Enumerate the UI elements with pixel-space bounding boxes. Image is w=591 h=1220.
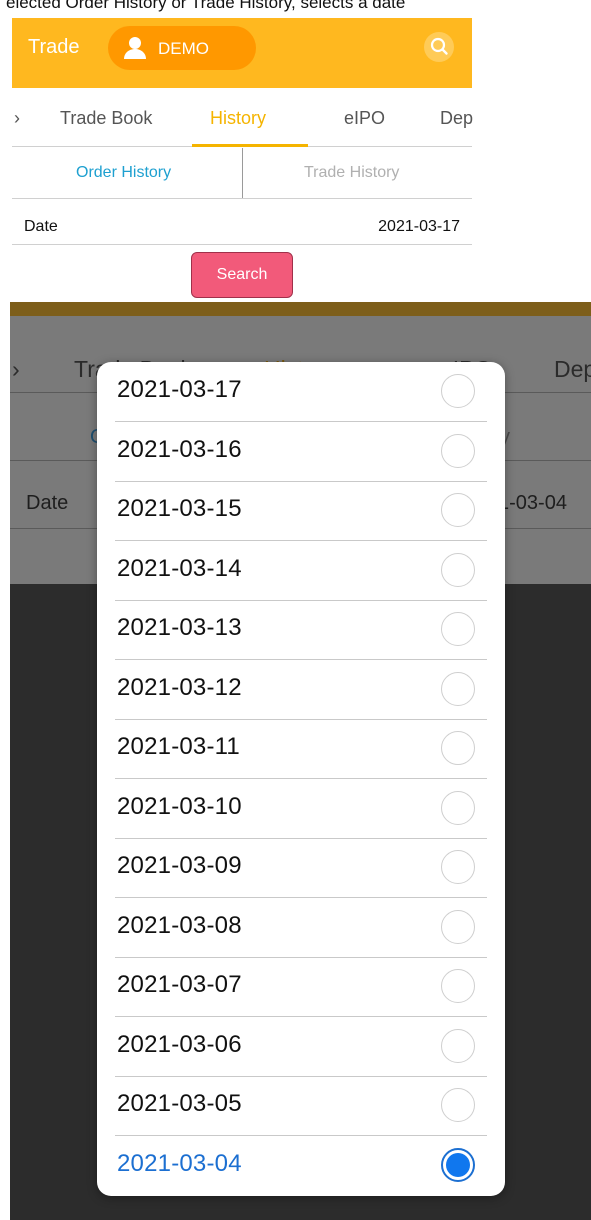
radio-icon[interactable] [441, 909, 475, 944]
date-option[interactable]: 2021-03-09 [115, 838, 487, 898]
date-value-partial: 1-03-04 [498, 492, 567, 514]
search-icon [430, 37, 448, 55]
date-option-label: 2021-03-14 [117, 554, 242, 582]
demo-label: DEMO [158, 39, 209, 58]
date-option-label: 2021-03-05 [117, 1090, 242, 1117]
radio-icon[interactable] [441, 969, 475, 1003]
radio-icon[interactable] [441, 671, 475, 706]
tab-dep-partial: Dep [554, 356, 591, 382]
tab-prev-partial: › [12, 356, 20, 382]
radio-icon[interactable] [441, 1088, 475, 1122]
history-screen-with-date-picker: › Trade Book History eIPO Dep O y Date 1… [10, 302, 591, 1220]
date-option-label: 2021-03-16 [117, 435, 242, 463]
date-option-label: 2021-03-08 [117, 911, 242, 939]
dimmed-app-bar [10, 302, 591, 316]
tab-eipo[interactable]: eIPO [344, 108, 385, 129]
date-value[interactable]: 2021-03-17 [378, 218, 460, 236]
search-submit-button[interactable]: Search [191, 252, 293, 298]
date-option-label: 2021-03-17 [117, 376, 242, 403]
active-tab-indicator [192, 144, 308, 147]
date-option-label: 2021-03-04 [117, 1149, 242, 1177]
radio-icon[interactable] [441, 1028, 475, 1063]
date-option-label: 2021-03-07 [117, 971, 242, 998]
radio-icon[interactable] [441, 790, 475, 825]
date-option-label: 2021-03-15 [117, 495, 242, 522]
date-option-label: 2021-03-12 [117, 673, 242, 701]
main-tab-bar: › Trade Book History eIPO Dep [12, 90, 473, 147]
radio-icon[interactable] [441, 374, 475, 408]
subtab-divider [242, 148, 243, 198]
subtab-trade-history[interactable]: Trade History [304, 164, 399, 182]
tab-history[interactable]: History [210, 108, 266, 129]
date-option-label: 2021-03-09 [117, 852, 242, 879]
date-label: Date [26, 492, 69, 514]
date-option[interactable]: 2021-03-14 [115, 541, 487, 601]
radio-icon[interactable] [441, 731, 475, 765]
tab-prev-partial[interactable]: › [14, 108, 20, 129]
tab-trade-book[interactable]: Trade Book [60, 108, 152, 129]
demo-account-pill[interactable]: DEMO [108, 26, 256, 70]
date-option[interactable]: 2021-03-17 [115, 362, 487, 422]
date-option[interactable]: 2021-03-13 [115, 600, 487, 660]
date-option[interactable]: 2021-03-16 [115, 422, 487, 482]
search-button[interactable] [424, 32, 454, 62]
date-option[interactable]: 2021-03-12 [115, 660, 487, 720]
date-option-label: 2021-03-10 [117, 792, 242, 820]
date-option-selected[interactable]: 2021-03-04 [115, 1136, 487, 1195]
history-screen-top: Trade DEMO › Trade Book History eIPO Dep… [12, 18, 473, 300]
caption-text: elected Order History or Trade History, … [6, 0, 406, 12]
date-picker-dialog: 2021-03-17 2021-03-16 2021-03-15 2021-03… [97, 362, 505, 1196]
date-option[interactable]: 2021-03-11 [115, 719, 487, 779]
radio-icon[interactable] [441, 1147, 475, 1182]
date-option[interactable]: 2021-03-06 [115, 1017, 487, 1077]
app-bar: Trade DEMO [12, 18, 472, 88]
radio-icon[interactable] [441, 493, 475, 527]
tab-dep-partial[interactable]: Dep [440, 108, 473, 129]
radio-icon[interactable] [441, 612, 475, 646]
radio-icon[interactable] [441, 850, 475, 884]
radio-icon[interactable] [441, 433, 475, 468]
date-option[interactable]: 2021-03-10 [115, 779, 487, 839]
radio-icon[interactable] [441, 552, 475, 587]
date-label: Date [24, 218, 58, 235]
date-row[interactable]: Date 2021-03-17 [12, 198, 472, 245]
date-option[interactable]: 2021-03-15 [115, 481, 487, 541]
subtab-order-history[interactable]: Order History [76, 164, 171, 182]
history-sub-tabs: Order History Trade History [12, 148, 472, 199]
date-option[interactable]: 2021-03-08 [115, 898, 487, 958]
date-option-label: 2021-03-11 [117, 733, 240, 760]
user-icon [124, 37, 146, 59]
date-option-label: 2021-03-13 [117, 614, 242, 641]
app-title: Trade [28, 36, 80, 58]
date-option-label: 2021-03-06 [117, 1030, 242, 1058]
date-option[interactable]: 2021-03-07 [115, 957, 487, 1017]
date-option[interactable]: 2021-03-05 [115, 1076, 487, 1136]
